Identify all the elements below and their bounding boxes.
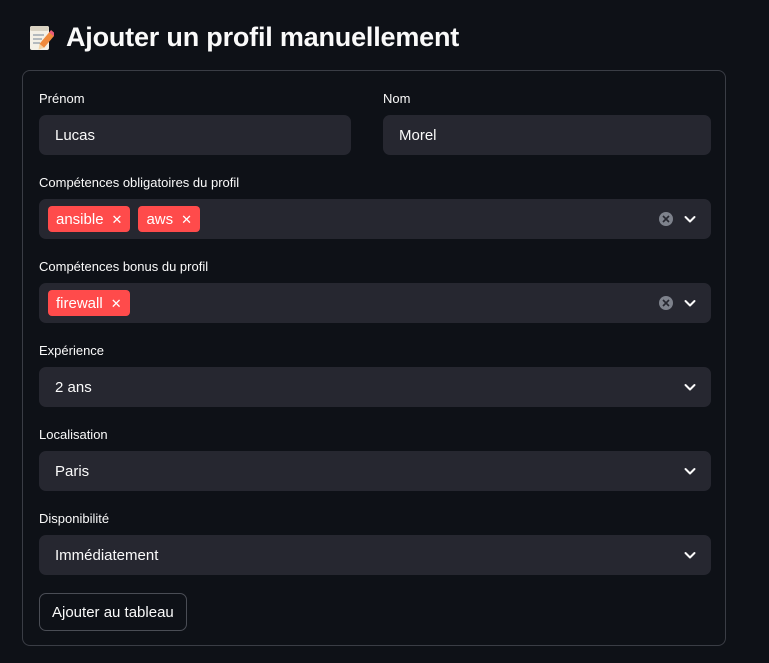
profile-form: Prénom Lucas Nom Morel Compétences oblig… [22,70,726,646]
localisation-value: Paris [55,462,90,480]
tag-chip: firewall ✕ [48,290,130,316]
disponibilite-select[interactable]: Immédiatement [39,535,711,575]
nom-input[interactable]: Morel [383,115,711,155]
disponibilite-value: Immédiatement [55,546,159,564]
competences-bonus-tags: firewall ✕ [48,290,130,316]
remove-tag-icon[interactable]: ✕ [111,297,122,310]
experience-label: Expérience [39,343,105,358]
competences-bonus-multiselect[interactable]: firewall ✕ [39,283,711,323]
localisation-label: Localisation [39,427,108,442]
prenom-value: Lucas [55,126,96,144]
experience-select[interactable]: 2 ans [39,367,711,407]
clear-all-icon[interactable] [659,296,673,310]
localisation-select[interactable]: Paris [39,451,711,491]
tag-chip: aws ✕ [138,206,201,232]
nom-label: Nom [383,91,411,106]
tag-label: aws [146,210,174,228]
chevron-down-icon[interactable] [683,296,697,310]
remove-tag-icon[interactable]: ✕ [112,213,123,226]
tag-label: ansible [56,210,104,228]
nom-value: Morel [399,126,437,144]
experience-value: 2 ans [55,378,92,396]
prenom-input[interactable]: Lucas [39,115,351,155]
chevron-down-icon[interactable] [683,464,697,478]
add-to-table-button[interactable]: Ajouter au tableau [39,593,187,631]
chevron-down-icon[interactable] [683,212,697,226]
chevron-down-icon[interactable] [683,380,697,394]
page-title: Ajouter un profil manuellement [66,22,460,52]
chevron-down-icon[interactable] [683,548,697,562]
tag-chip: ansible ✕ [48,206,131,232]
competences-obligatoires-label: Compétences obligatoires du profil [39,175,240,190]
prenom-label: Prénom [39,91,85,106]
disponibilite-label: Disponibilité [39,511,110,526]
competences-obligatoires-multiselect[interactable]: ansible ✕ aws ✕ [39,199,711,239]
competences-obligatoires-tags: ansible ✕ aws ✕ [48,206,201,232]
tag-label: firewall [56,294,103,312]
memo-pencil-icon [28,23,56,53]
clear-all-icon[interactable] [659,212,673,226]
competences-bonus-label: Compétences bonus du profil [39,259,209,274]
remove-tag-icon[interactable]: ✕ [181,213,192,226]
page-header: Ajouter un profil manuellement [28,22,459,53]
